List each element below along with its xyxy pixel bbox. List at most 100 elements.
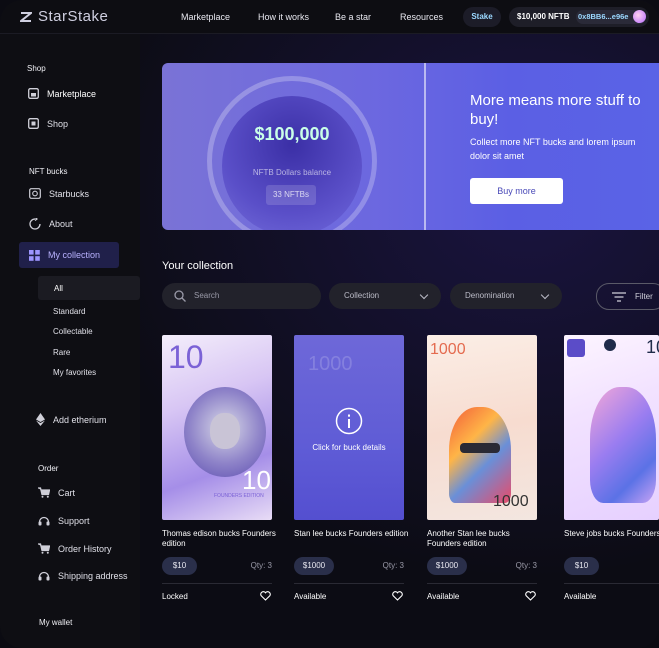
collection-card[interactable]: 10 10 FOUNDERS EDITION Thomas edison buc…	[162, 335, 276, 601]
portrait-stan-lee	[449, 407, 511, 503]
logo-icon	[20, 11, 32, 22]
sidebar-item-support[interactable]: Support	[38, 515, 90, 527]
filter-button[interactable]: Filter	[596, 283, 659, 310]
portrait-steve-jobs	[590, 387, 656, 503]
section-title-shop: Shop	[27, 64, 46, 73]
cart-history-icon	[38, 543, 50, 554]
collection-card[interactable]: 1000 Click for buck details Stan lee buc…	[294, 335, 408, 601]
sidebar-item-shop[interactable]: Shop	[28, 118, 68, 129]
promo-subtitle: Collect more NFT bucks and lorem ipsum d…	[470, 137, 636, 161]
divider	[564, 583, 659, 584]
collection-dropdown[interactable]: Collection	[329, 283, 441, 309]
filter-icon	[612, 292, 626, 302]
quantity: Qty: 3	[515, 561, 537, 570]
ethereum-icon	[36, 413, 45, 426]
quantity: Qty: 3	[382, 561, 404, 570]
sidebar-item-starbucks[interactable]: Starbucks	[29, 188, 89, 199]
sidebar-item-shipping-address[interactable]: Shipping address	[38, 570, 128, 582]
banner-divider	[424, 63, 426, 230]
quantity: Qty: 3	[250, 561, 272, 570]
wallet-pill[interactable]: $10,000 NFTB 0x8BB6...e96e	[509, 7, 649, 27]
shop-icon	[28, 118, 39, 129]
top-nav: StarStake Marketplace How it works Be a …	[0, 0, 659, 34]
sidebar: Shop Marketplace Shop NFT bucks Starbuck…	[0, 34, 140, 648]
heart-icon[interactable]	[260, 591, 271, 601]
section-title-order: Order	[38, 464, 59, 473]
price-badge: $1000	[294, 557, 334, 575]
divider	[162, 583, 272, 584]
nftb-count-badge: 33 NFTBs	[266, 185, 316, 205]
section-title-my-wallet: My wallet	[39, 618, 73, 627]
balance-disc	[222, 96, 362, 230]
nav-resources[interactable]: Resources	[400, 12, 443, 22]
marketplace-icon	[28, 88, 39, 99]
card-overlay-text: Click for buck details	[312, 443, 386, 452]
status-text: Available	[294, 592, 327, 601]
price-badge: $1000	[427, 557, 467, 575]
headset-icon	[38, 571, 50, 581]
balance-banner: $100,000 NFTB Dollars balance 33 NFTBs M…	[162, 63, 659, 230]
status-text: Locked	[162, 592, 188, 601]
status-text: Available	[564, 592, 597, 601]
balance-amount: $100,000	[254, 124, 330, 144]
note-edition: FOUNDERS EDITION	[214, 493, 264, 499]
wallet-balance: $10,000 NFTB	[517, 12, 570, 21]
divider	[294, 583, 404, 584]
sidebar-item-about[interactable]: About	[29, 218, 73, 230]
status-text: Available	[427, 592, 460, 601]
promo-title: More means more stuff to buy!	[470, 92, 641, 128]
stake-button[interactable]: Stake	[463, 7, 501, 27]
chevron-down-icon	[419, 290, 429, 300]
sub-item-collectable[interactable]: Collectable	[53, 327, 93, 336]
buck-image-stan-lee-2[interactable]: 1000 1000	[427, 335, 537, 520]
card-title: Another Stan lee bucks Founders edition	[427, 529, 510, 548]
note-value: 1000	[308, 353, 353, 375]
sub-item-rare[interactable]: Rare	[53, 348, 70, 357]
note-value: 10	[168, 339, 204, 375]
refresh-icon	[29, 218, 41, 230]
search-icon	[174, 290, 186, 302]
collection-card[interactable]: 10 Steve jobs bucks Founders edition $10…	[564, 335, 659, 601]
avatar[interactable]	[633, 10, 646, 23]
headset-icon	[38, 516, 50, 526]
price-badge: $10	[564, 557, 599, 575]
divider	[427, 583, 537, 584]
nav-be-a-star[interactable]: Be a star	[335, 12, 371, 22]
sub-item-standard[interactable]: Standard	[53, 307, 85, 316]
sidebar-item-order-history[interactable]: Order History	[38, 543, 112, 554]
note-value: 10	[646, 337, 659, 357]
buy-more-button[interactable]: Buy more	[470, 178, 563, 204]
grid-icon	[29, 249, 40, 261]
nav-marketplace[interactable]: Marketplace	[181, 12, 230, 22]
collection-title: Your collection	[162, 260, 234, 272]
search-input[interactable]: Search	[162, 283, 321, 309]
section-title-nft-bucks: NFT bucks	[29, 167, 68, 176]
sub-item-all[interactable]: All	[38, 276, 140, 300]
price-badge: $10	[162, 557, 197, 575]
logo-text: StarStake	[38, 8, 109, 25]
starbucks-icon	[29, 188, 41, 199]
sidebar-item-add-etherium[interactable]: Add etherium	[36, 413, 107, 426]
heart-icon[interactable]	[392, 591, 403, 601]
card-title: Steve jobs bucks Founders edition	[564, 529, 659, 538]
chevron-down-icon	[540, 290, 550, 300]
logo[interactable]: StarStake	[20, 8, 108, 25]
nav-how-it-works[interactable]: How it works	[258, 12, 309, 22]
buck-image-stan-lee[interactable]: 1000 Click for buck details	[294, 335, 404, 520]
note-value-corner: 1000	[493, 493, 529, 510]
app-frame: StarStake Marketplace How it works Be a …	[0, 0, 659, 648]
sidebar-item-cart[interactable]: Cart	[38, 487, 75, 498]
buck-image-edison[interactable]: 10 10 FOUNDERS EDITION	[162, 335, 272, 520]
cart-icon	[38, 487, 50, 498]
heart-icon[interactable]	[525, 591, 536, 601]
card-title: Thomas edison bucks Founders edition	[162, 529, 276, 548]
denomination-dropdown[interactable]: Denomination	[450, 283, 562, 309]
note-value: 1000	[430, 341, 466, 358]
sidebar-item-marketplace[interactable]: Marketplace	[28, 88, 96, 99]
sub-item-my-favorites[interactable]: My favorites	[53, 368, 96, 377]
buck-image-steve-jobs[interactable]: 10	[564, 335, 659, 520]
balance-label: NFTB Dollars balance	[252, 168, 332, 177]
collection-card[interactable]: 1000 1000 Another Stan lee bucks Founder…	[427, 335, 537, 601]
card-title: Stan lee bucks Founders edition	[294, 529, 409, 538]
sidebar-item-my-collection[interactable]: My collection	[19, 242, 119, 268]
